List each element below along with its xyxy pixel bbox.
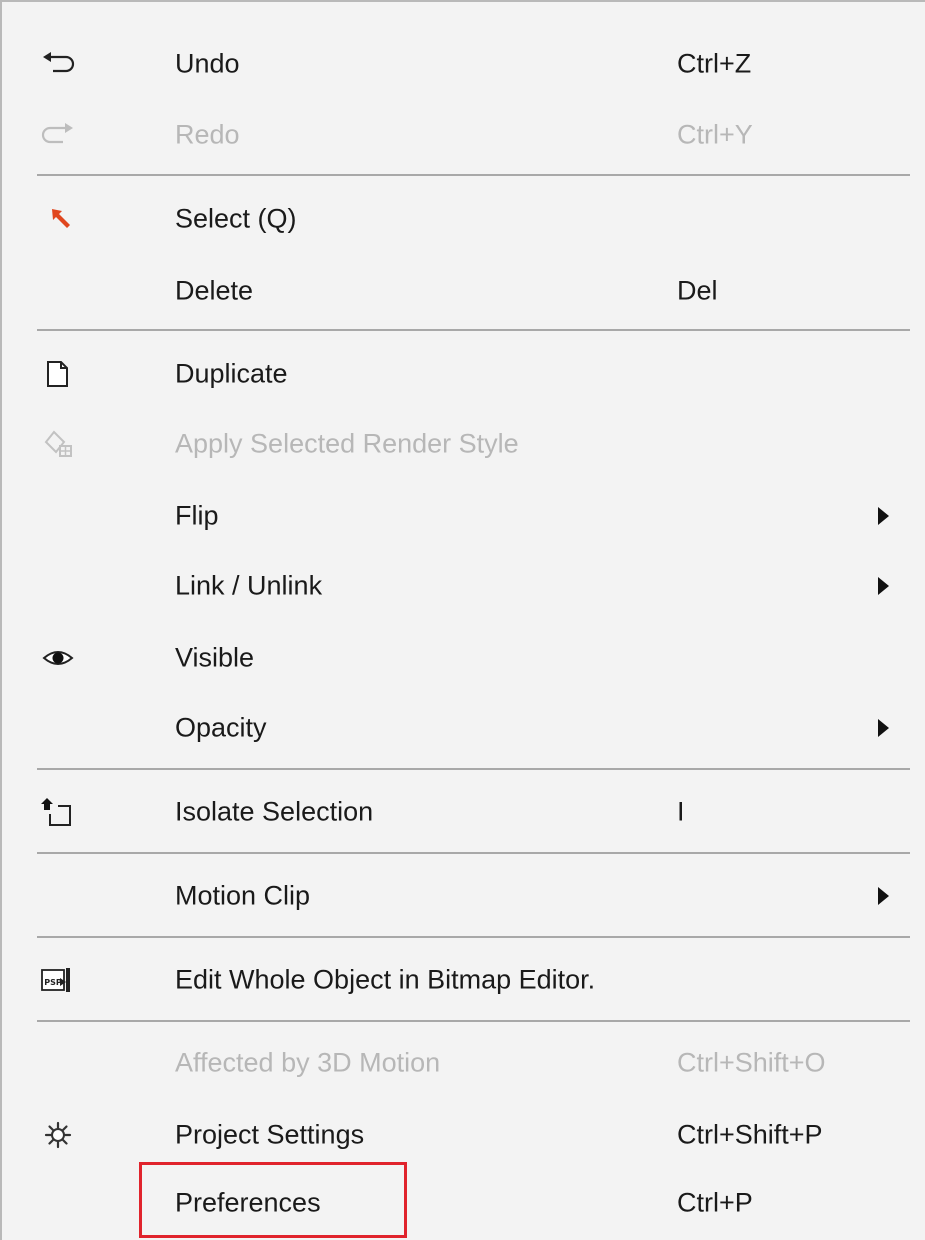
menu-item-shortcut: Ctrl+Y xyxy=(677,119,753,150)
menu-item-opacity[interactable]: Opacity xyxy=(2,692,925,764)
duplicate-icon xyxy=(38,354,78,394)
menu-item-label: Apply Selected Render Style xyxy=(175,428,519,459)
render-style-icon xyxy=(38,424,78,464)
menu-separator xyxy=(37,852,910,854)
preferences-highlight-box xyxy=(139,1162,407,1238)
select-arrow-icon xyxy=(38,199,78,239)
context-menu: Undo Ctrl+Z Redo Ctrl+Y Select (Q) Delet… xyxy=(0,0,925,1240)
menu-item-undo[interactable]: Undo Ctrl+Z xyxy=(2,28,925,100)
menu-item-label: Select (Q) xyxy=(175,203,297,234)
gear-icon xyxy=(38,1115,78,1155)
menu-item-shortcut: Del xyxy=(677,275,718,306)
submenu-arrow-icon xyxy=(878,507,889,525)
menu-item-shortcut: Ctrl+Shift+P xyxy=(677,1119,823,1150)
menu-item-label: Affected by 3D Motion xyxy=(175,1047,441,1078)
menu-separator xyxy=(37,936,910,938)
isolate-selection-icon xyxy=(38,792,78,832)
menu-item-shortcut: I xyxy=(677,796,685,827)
svg-text:PSP: PSP xyxy=(44,978,62,987)
menu-item-motion-clip[interactable]: Motion Clip xyxy=(2,860,925,932)
menu-item-label: Edit Whole Object in Bitmap Editor. xyxy=(175,964,596,995)
submenu-arrow-icon xyxy=(878,577,889,595)
menu-item-shortcut: Ctrl+Shift+O xyxy=(677,1047,826,1078)
menu-item-label: Redo xyxy=(175,119,240,150)
menu-item-affected-by-3d-motion[interactable]: Affected by 3D Motion Ctrl+Shift+O xyxy=(2,1027,925,1099)
eye-icon xyxy=(38,638,78,678)
menu-item-shortcut: Ctrl+P xyxy=(677,1187,753,1218)
menu-item-apply-render-style[interactable]: Apply Selected Render Style xyxy=(2,408,925,480)
menu-item-duplicate[interactable]: Duplicate xyxy=(2,338,925,410)
menu-separator xyxy=(37,329,910,331)
menu-item-flip[interactable]: Flip xyxy=(2,480,925,552)
menu-item-label: Delete xyxy=(175,275,254,306)
menu-item-edit-in-bitmap-editor[interactable]: PSP Edit Whole Object in Bitmap Editor. xyxy=(2,944,925,1016)
menu-item-shortcut: Ctrl+Z xyxy=(677,48,752,79)
menu-item-redo[interactable]: Redo Ctrl+Y xyxy=(2,99,925,171)
menu-item-delete[interactable]: Delete Del xyxy=(2,255,925,327)
menu-item-label: Isolate Selection xyxy=(175,796,374,827)
menu-item-label: Project Settings xyxy=(175,1119,365,1150)
menu-item-isolate-selection[interactable]: Isolate Selection I xyxy=(2,776,925,848)
menu-item-label: Link / Unlink xyxy=(175,570,323,601)
menu-item-label: Flip xyxy=(175,500,219,531)
menu-item-visible[interactable]: Visible xyxy=(2,622,925,694)
menu-item-link-unlink[interactable]: Link / Unlink xyxy=(2,550,925,622)
submenu-arrow-icon xyxy=(878,887,889,905)
redo-icon xyxy=(38,115,78,155)
menu-item-label: Opacity xyxy=(175,712,267,743)
menu-item-project-settings[interactable]: Project Settings Ctrl+Shift+P xyxy=(2,1099,925,1171)
menu-item-label: Duplicate xyxy=(175,358,288,389)
menu-separator xyxy=(37,174,910,176)
undo-icon xyxy=(38,44,78,84)
menu-separator xyxy=(37,1020,910,1022)
submenu-arrow-icon xyxy=(878,719,889,737)
menu-item-label: Visible xyxy=(175,642,255,673)
menu-item-label: Undo xyxy=(175,48,240,79)
menu-item-label: Motion Clip xyxy=(175,880,311,911)
bitmap-editor-icon: PSP xyxy=(38,960,78,1000)
menu-item-select[interactable]: Select (Q) xyxy=(2,183,925,255)
menu-separator xyxy=(37,768,910,770)
